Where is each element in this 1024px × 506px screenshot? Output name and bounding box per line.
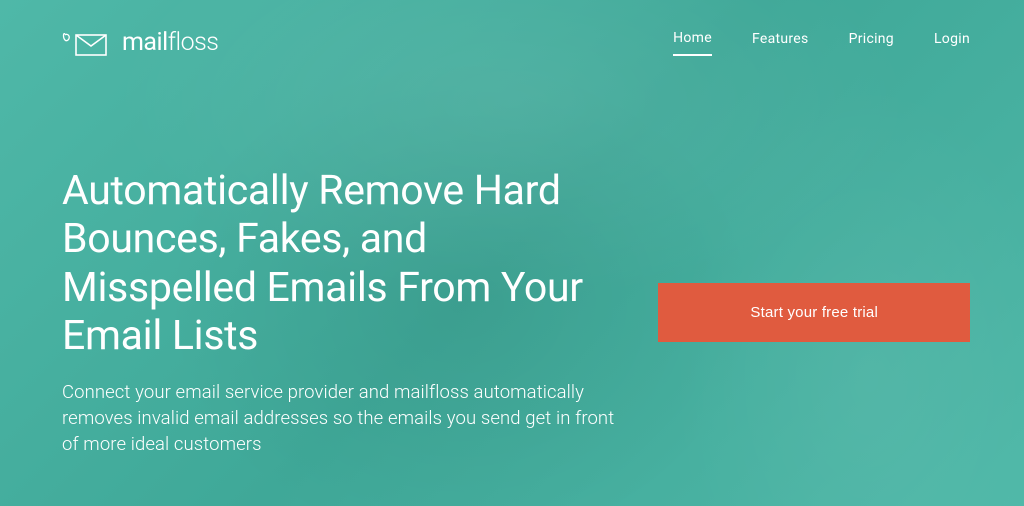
start-trial-button[interactable]: Start your free trial [658, 283, 970, 342]
cta-section: Start your free trial [658, 283, 970, 342]
header: mailfloss Home Features Pricing Login [0, 0, 1024, 57]
logo[interactable]: mailfloss [62, 28, 218, 57]
logo-text: mailfloss [122, 28, 218, 57]
hero-headline: Automatically Remove Hard Bounces, Fakes… [62, 167, 618, 361]
nav-login[interactable]: Login [934, 31, 970, 55]
nav-pricing[interactable]: Pricing [849, 31, 894, 55]
hero-section: mailfloss Home Features Pricing Login Au… [0, 0, 1024, 506]
nav-features[interactable]: Features [752, 31, 809, 55]
hero-content: Automatically Remove Hard Bounces, Fakes… [0, 167, 1024, 457]
nav-home[interactable]: Home [673, 30, 712, 56]
main-nav: Home Features Pricing Login [673, 30, 970, 56]
mail-logo-icon [62, 30, 116, 56]
hero-text: Automatically Remove Hard Bounces, Fakes… [62, 167, 618, 457]
hero-subheadline: Connect your email service provider and … [62, 379, 618, 458]
